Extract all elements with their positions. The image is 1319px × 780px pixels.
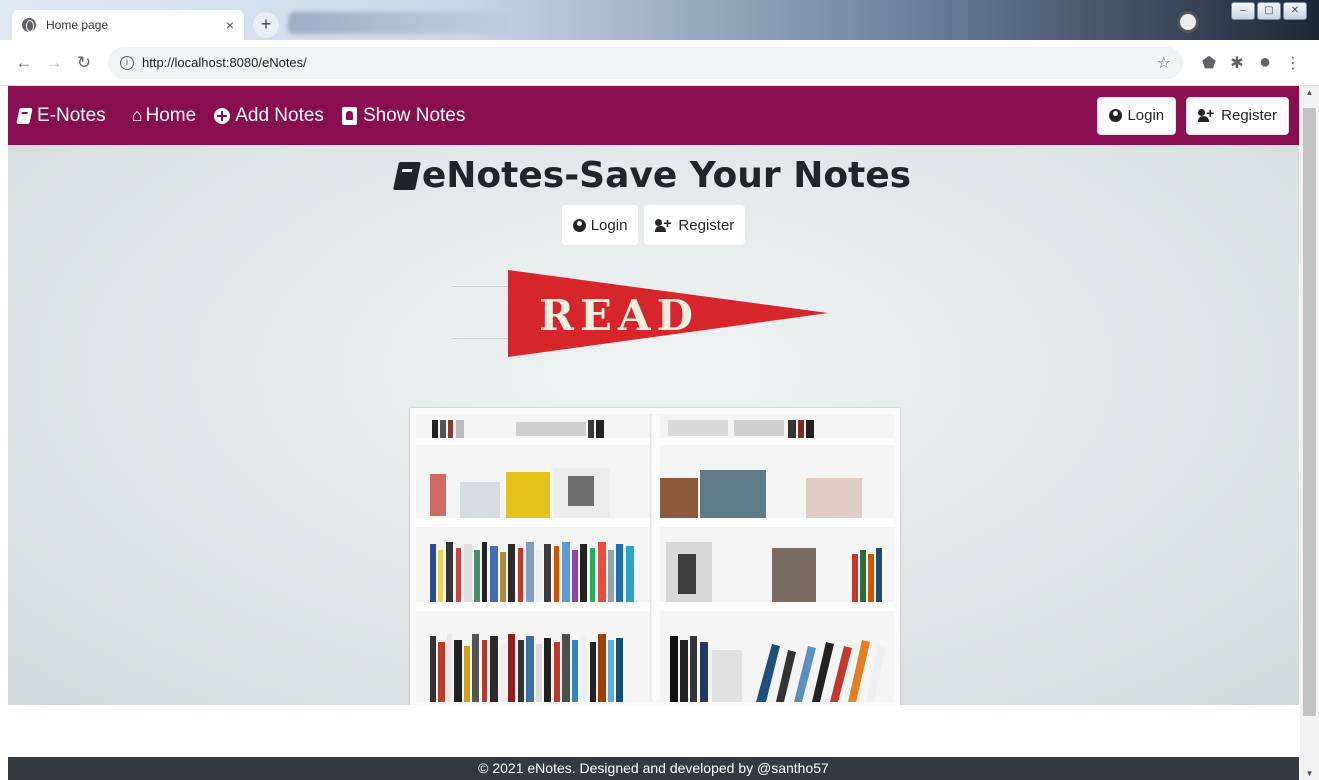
navbar-register-label: Register <box>1221 107 1277 124</box>
back-arrow-icon[interactable]: ← <box>12 53 36 73</box>
home-icon: ⌂ <box>131 105 143 125</box>
plus-circle-icon <box>214 107 231 124</box>
site-footer: © 2021 eNotes. Designed and developed by… <box>8 757 1299 780</box>
user-circle-icon <box>572 218 586 232</box>
address-bar[interactable]: i http://localhost:8080/eNotes/ ☆ <box>108 46 1183 79</box>
minimize-button[interactable]: – <box>1231 2 1255 20</box>
scroll-up-arrow-icon[interactable]: ▲ <box>1300 88 1319 97</box>
brand-link[interactable]: E-Notes <box>16 104 106 127</box>
navbar-login-button[interactable]: Login <box>1097 96 1177 135</box>
nav-show-notes[interactable]: Show Notes <box>341 104 466 127</box>
blurred-tab[interactable] <box>288 12 508 34</box>
tab-title: Home page <box>46 18 109 32</box>
navbar-login-label: Login <box>1127 107 1165 124</box>
browser-tab[interactable]: Home page × <box>12 10 244 40</box>
navbar-actions: Login Register <box>1097 96 1289 135</box>
user-circle-icon <box>1109 109 1123 122</box>
browser-toolbar: ← → ↻ i http://localhost:8080/eNotes/ ☆ … <box>0 40 1319 86</box>
id-card-icon <box>341 106 357 125</box>
navbar-register-button[interactable]: Register <box>1186 96 1289 135</box>
close-window-button[interactable]: ✕ <box>1283 2 1307 20</box>
nav-show-notes-label: Show Notes <box>362 104 466 126</box>
nav-home[interactable]: ⌂ Home <box>132 105 197 127</box>
reload-icon[interactable]: ↻ <box>72 53 96 73</box>
bookmark-star-icon[interactable]: ☆ <box>1157 53 1171 73</box>
read-pennant-image: READ <box>448 265 828 365</box>
window-controls: – ▢ ✕ <box>1231 2 1307 20</box>
menu-kebab-icon[interactable]: ⋮ <box>1279 53 1307 73</box>
maximize-button[interactable]: ▢ <box>1257 2 1281 20</box>
book-icon <box>16 107 33 124</box>
hero-title-text: eNotes-Save Your Notes <box>421 155 912 196</box>
nav-add-notes[interactable]: Add Notes <box>214 105 324 127</box>
pennant-string <box>452 285 514 287</box>
pennant-string <box>452 337 514 339</box>
hero-register-button[interactable]: Register <box>644 205 746 245</box>
new-tab-button[interactable]: + <box>253 12 279 38</box>
extension-shield-icon[interactable]: ⬟ <box>1195 53 1223 73</box>
hero-login-label: Login <box>590 216 628 234</box>
globe-icon <box>22 18 36 32</box>
page-scrollbar[interactable]: ▲ ▼ <box>1300 86 1319 780</box>
hero-login-button[interactable]: Login <box>561 205 639 245</box>
hero-buttons: Login Register <box>8 205 1299 245</box>
user-plus-icon <box>1198 105 1216 122</box>
scroll-down-arrow-icon[interactable]: ▼ <box>1300 769 1319 778</box>
tab-search-icon[interactable] <box>1177 11 1199 33</box>
url-text[interactable]: http://localhost:8080/eNotes/ <box>142 55 307 70</box>
pennant-text: READ <box>539 291 699 340</box>
browser-tab-strip: Home page × + – ▢ ✕ <box>0 0 1319 40</box>
bookshelf-image <box>410 408 900 705</box>
shelf-divider <box>650 414 660 702</box>
info-icon[interactable]: i <box>120 55 134 70</box>
hero-title: eNotes-Save Your Notes <box>8 155 1299 196</box>
brand-text: E-Notes <box>37 104 106 126</box>
book-icon <box>392 161 421 190</box>
nav-home-label: Home <box>145 104 197 126</box>
hero-register-label: Register <box>678 216 735 234</box>
profile-icon[interactable]: ● <box>1251 51 1279 74</box>
hero-section: eNotes-Save Your Notes Login Register RE… <box>8 145 1299 705</box>
forward-arrow-icon[interactable]: → <box>42 53 66 73</box>
site-navbar: E-Notes ⌂ Home Add Notes Show Notes Logi… <box>8 86 1299 145</box>
nav-add-notes-label: Add Notes <box>235 104 324 126</box>
scrollbar-thumb[interactable] <box>1303 108 1316 716</box>
user-plus-icon <box>655 215 673 232</box>
extensions-puzzle-icon[interactable]: ✱ <box>1223 53 1251 73</box>
tab-close-button[interactable]: × <box>226 17 234 33</box>
